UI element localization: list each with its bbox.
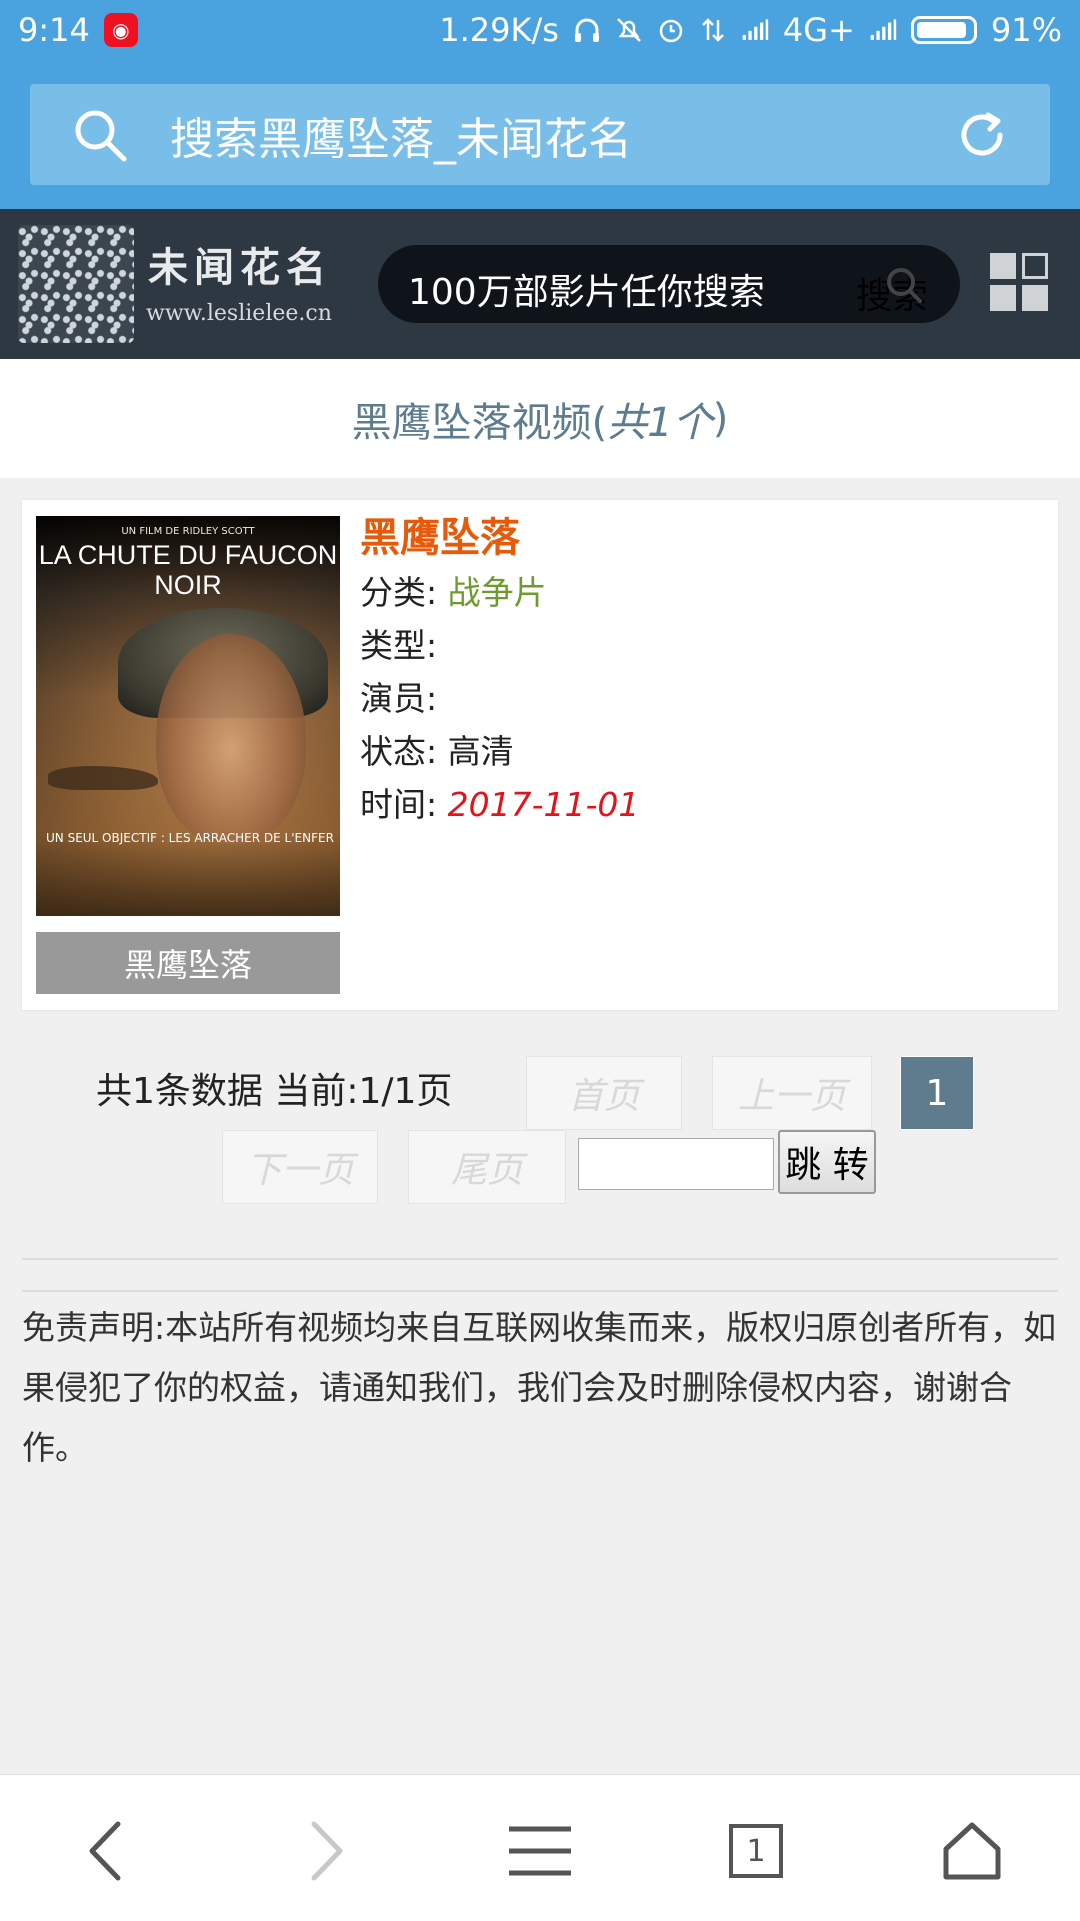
status-right: 1.29K/s 4G+ 91% — [439, 11, 1062, 49]
time-row: 时间: 2017-11-01 — [360, 778, 639, 831]
current-page[interactable]: 1 — [900, 1056, 974, 1130]
movie-poster[interactable]: UN FILM DE RIDLEY SCOTT LA CHUTE DU FAUC… — [36, 516, 340, 916]
site-logo[interactable]: 未闻花名 www.leslielee.cn — [18, 225, 348, 343]
poster-helicopter — [48, 766, 158, 790]
headphones-icon — [573, 16, 601, 44]
browser-bottom-nav: 1 — [0, 1774, 1080, 1921]
alarm-icon — [657, 16, 685, 44]
battery-percent: 91% — [990, 11, 1062, 49]
actors-label: 演员: — [360, 679, 438, 718]
next-page-button[interactable]: 下一页 — [222, 1130, 378, 1204]
refresh-icon[interactable] — [954, 107, 1010, 163]
section-heading: 黑鹰坠落视频(共1个) — [0, 359, 1080, 478]
status-bar: 9:14 ◉ 1.29K/s 4G+ 91% — [0, 0, 1080, 60]
status-value: 高清 — [447, 732, 514, 771]
time-label: 时间: — [360, 785, 438, 824]
grid-cell — [990, 253, 1016, 279]
genre-label: 类型: — [360, 626, 438, 665]
heading-suffix: ) — [712, 395, 729, 442]
magnifier-icon[interactable] — [884, 265, 924, 305]
address-bar[interactable]: 搜索黑鹰坠落_未闻花名 — [30, 84, 1050, 185]
forward-icon[interactable] — [286, 1811, 366, 1891]
heading-prefix: 黑鹰坠落视频( — [351, 399, 608, 446]
back-icon[interactable] — [66, 1811, 146, 1891]
site-search-input[interactable]: 100万部影片任你搜索 — [408, 263, 765, 315]
pagination-summary: 共1条数据 当前:1/1页 — [96, 1071, 453, 1112]
logo-title: 未闻花名 — [148, 244, 332, 291]
tabs-button[interactable]: 1 — [716, 1811, 796, 1891]
jump-button[interactable]: 跳 转 — [778, 1130, 876, 1194]
search-icon[interactable] — [70, 105, 130, 165]
browser-toolbar: 搜索黑鹰坠落_未闻花名 — [0, 60, 1080, 209]
site-header: 未闻花名 www.leslielee.cn 100万部影片任你搜索 搜索 — [0, 209, 1080, 359]
category-row: 分类: 战争片 — [360, 566, 639, 619]
address-text[interactable]: 搜索黑鹰坠落_未闻花名 — [170, 103, 632, 167]
movie-title[interactable]: 黑鹰坠落 — [360, 510, 639, 566]
signal-icon — [741, 16, 769, 44]
signal-icon-2 — [869, 16, 897, 44]
last-page-button[interactable]: 尾页 — [408, 1130, 566, 1204]
category-label: 分类: — [360, 573, 438, 612]
mute-bell-icon — [615, 16, 643, 44]
site-search-box[interactable]: 100万部影片任你搜索 搜索 — [378, 245, 960, 323]
page-jump-input[interactable] — [578, 1138, 774, 1190]
status-row: 状态: 高清 — [360, 725, 639, 778]
genre-row: 类型: — [360, 619, 639, 672]
network-type: 4G+ — [782, 11, 855, 49]
data-transfer-icon — [699, 16, 727, 44]
logo-art — [18, 225, 134, 343]
tab-count: 1 — [729, 1824, 783, 1878]
poster-credit: UN FILM DE RIDLEY SCOTT — [121, 526, 255, 537]
first-page-button[interactable]: 首页 — [526, 1056, 682, 1130]
battery-fill — [916, 22, 966, 38]
net-speed: 1.29K/s — [439, 11, 559, 49]
poster-title: LA CHUTE DU FAUCON NOIR — [38, 540, 338, 600]
poster-tagline: UN SEUL OBJECTIF : LES ARRACHER DE L'ENF… — [46, 831, 334, 845]
status-time: 9:14 — [18, 11, 90, 49]
menu-grid-icon[interactable] — [990, 253, 1050, 313]
category-value[interactable]: 战争片 — [448, 573, 547, 612]
home-icon[interactable] — [932, 1811, 1012, 1891]
poster-face — [156, 634, 306, 844]
prev-page-button[interactable]: 上一页 — [712, 1056, 872, 1130]
grid-cell — [990, 285, 1016, 311]
grid-cell — [1022, 285, 1048, 311]
movie-info: 黑鹰坠落 分类: 战争片 类型: 演员: 状态: 高清 时间: 2017-11-… — [360, 510, 639, 831]
heading-count: 共1个 — [607, 399, 713, 446]
netease-music-icon: ◉ — [103, 13, 138, 47]
grid-cell — [1022, 253, 1048, 279]
battery-icon — [910, 16, 977, 44]
time-value: 2017-11-01 — [447, 785, 640, 824]
divider — [22, 1258, 1058, 1292]
poster-caption[interactable]: 黑鹰坠落 — [36, 932, 340, 994]
actors-row: 演员: — [360, 672, 639, 725]
menu-icon[interactable] — [500, 1811, 580, 1891]
status-label: 状态: — [360, 732, 438, 771]
movie-card: UN FILM DE RIDLEY SCOTT LA CHUTE DU FAUC… — [22, 500, 1058, 1010]
disclaimer-text: 免责声明:本站所有视频均来自互联网收集而来，版权归原创者所有，如果侵犯了你的权益… — [22, 1308, 1057, 1467]
logo-url: www.leslielee.cn — [146, 301, 332, 326]
